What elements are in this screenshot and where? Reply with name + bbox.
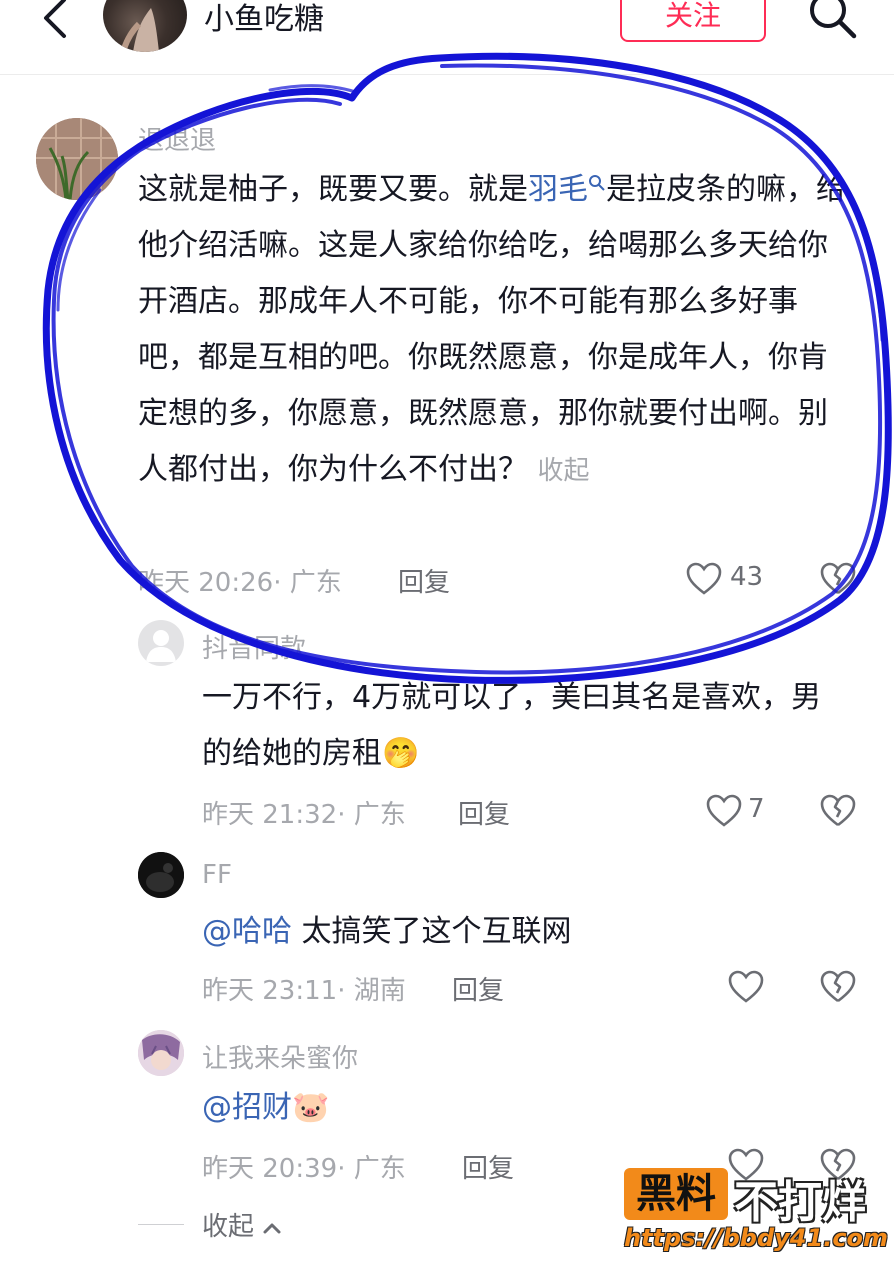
avatar[interactable]	[138, 1030, 184, 1076]
chevron-up-icon	[263, 1223, 281, 1233]
avatar[interactable]	[138, 852, 184, 898]
comment-text-part: 一万不行，4万就可以了，美曰其名是喜欢，男的给她的房租	[202, 680, 822, 771]
reply-button[interactable]: 回复	[458, 794, 510, 831]
comment-meta: 昨天 20:26· 广东	[138, 568, 342, 598]
reply-button[interactable]: 回复	[462, 1148, 514, 1185]
comment-text: 这就是柚子，既要又要。就是羽毛 是拉皮条的嘛，给他介绍活嘛。这是人家给你给吃，给喝…	[138, 162, 850, 499]
comment-text: @招财🐷	[202, 1080, 822, 1136]
comment-text-part: 太搞笑了这个互联网	[292, 914, 572, 949]
watermark: 黑料 不打烊 https://bbdy41.com	[624, 1166, 890, 1276]
avatar[interactable]	[36, 118, 118, 200]
comment-text-part: 是拉皮条的嘛，给他介绍活嘛。这是人家给你给吃，给喝那么多天给你开酒店。那成年人不…	[138, 172, 846, 487]
comment-username[interactable]: 让我来朵蜜你	[202, 1038, 358, 1075]
watermark-text: 不打烊	[734, 1177, 866, 1228]
chevron-left-icon[interactable]	[36, 0, 76, 40]
broken-heart-icon[interactable]	[820, 562, 856, 596]
top-bar: 小鱼吃糖 关注	[0, 0, 894, 75]
reply-button[interactable]: 回复	[398, 562, 450, 599]
heart-icon[interactable]	[728, 970, 764, 1004]
heart-icon[interactable]	[686, 562, 722, 596]
collapse-text-button[interactable]: 收起	[538, 456, 590, 486]
broken-heart-icon[interactable]	[820, 794, 856, 828]
comment-meta: 昨天 23:11· 湖南	[202, 976, 406, 1006]
broken-heart-icon[interactable]	[820, 970, 856, 1004]
emoji: 🐷	[292, 1090, 330, 1125]
like-count: 43	[730, 562, 764, 592]
heart-icon[interactable]	[706, 794, 742, 828]
comment-text: 一万不行，4万就可以了，美曰其名是喜欢，男的给她的房租🤭	[202, 670, 822, 782]
comment-username[interactable]: FF	[202, 860, 232, 890]
follow-button[interactable]: 关注	[620, 0, 766, 42]
comment-username[interactable]: 退退退	[138, 120, 216, 157]
author-avatar[interactable]	[103, 0, 187, 52]
watermark-url: https://bbdy41.com	[624, 1224, 889, 1252]
search-icon[interactable]	[806, 0, 860, 42]
collapse-replies-label: 收起	[202, 1206, 282, 1243]
page-title: 小鱼吃糖	[204, 2, 324, 37]
avatar[interactable]	[138, 620, 184, 666]
comment-meta: 昨天 20:39· 广东	[202, 1154, 406, 1184]
mention-link[interactable]: @招财	[202, 1090, 292, 1125]
search-icon	[589, 175, 605, 191]
reply-button[interactable]: 回复	[452, 970, 504, 1007]
comment-text: @哈哈 太搞笑了这个互联网	[202, 904, 822, 960]
comment-text-part: 这就是柚子，既要又要。就是	[138, 172, 528, 207]
comment-meta: 昨天 21:32· 广东	[202, 800, 406, 830]
emoji: 🤭	[382, 736, 420, 771]
mention-link[interactable]: @哈哈	[202, 914, 292, 949]
search-link-label: 羽毛	[528, 172, 588, 207]
collapse-replies-text: 收起	[202, 1212, 255, 1242]
comment-username[interactable]: 抖音同款	[202, 628, 306, 665]
like-count: 7	[748, 794, 765, 824]
search-link[interactable]: 羽毛	[528, 172, 606, 207]
divider	[138, 1224, 184, 1225]
watermark-badge: 黑料	[624, 1168, 728, 1220]
